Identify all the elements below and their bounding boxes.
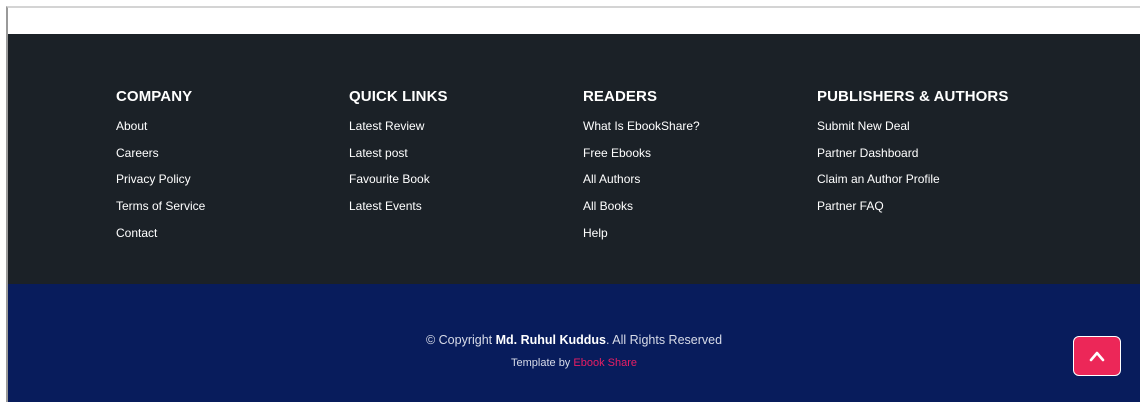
footer-link-free-ebooks[interactable]: Free Ebooks bbox=[583, 146, 651, 160]
footer-heading-quick-links: QUICK LINKS bbox=[349, 88, 448, 105]
footer-copyright-section: © Copyright Md. Ruhul Kuddus. All Rights… bbox=[8, 284, 1140, 402]
footer-link-favourite-book[interactable]: Favourite Book bbox=[349, 172, 430, 186]
footer-column-quick-links: QUICK LINKS Latest Review Latest post Fa… bbox=[349, 88, 448, 226]
copyright-prefix: © Copyright bbox=[425, 333, 496, 347]
footer-link-claim-author-profile[interactable]: Claim an Author Profile bbox=[817, 172, 940, 186]
copyright-owner: Md. Ruhul Kuddus bbox=[495, 333, 607, 347]
footer-link-what-is-ebookshare[interactable]: What Is EbookShare? bbox=[583, 119, 700, 133]
copyright-suffix: . All Rights Reserved bbox=[606, 333, 723, 347]
footer-link-careers[interactable]: Careers bbox=[116, 146, 159, 160]
footer-column-publishers-authors: PUBLISHERS & AUTHORS Submit New Deal Par… bbox=[817, 88, 1008, 226]
footer-column-readers: READERS What Is EbookShare? Free Ebooks … bbox=[583, 88, 700, 252]
footer-link-all-books[interactable]: All Books bbox=[583, 199, 633, 213]
footer-heading-company: COMPANY bbox=[116, 88, 193, 105]
footer-heading-publishers-authors: PUBLISHERS & AUTHORS bbox=[817, 88, 1009, 105]
footer-link-all-authors[interactable]: All Authors bbox=[583, 172, 640, 186]
page-content-area bbox=[8, 8, 1140, 34]
footer-link-latest-events[interactable]: Latest Events bbox=[349, 199, 422, 213]
credits-link[interactable]: Ebook Share bbox=[573, 357, 637, 369]
page-frame: COMPANY About Careers Privacy Policy Ter… bbox=[6, 6, 1140, 402]
footer-link-submit-new-deal[interactable]: Submit New Deal bbox=[817, 119, 910, 133]
footer-link-latest-post[interactable]: Latest post bbox=[349, 146, 408, 160]
footer-link-partner-faq[interactable]: Partner FAQ bbox=[817, 199, 884, 213]
footer-heading-readers: READERS bbox=[583, 88, 658, 105]
footer-link-privacy-policy[interactable]: Privacy Policy bbox=[116, 172, 191, 186]
footer-link-contact[interactable]: Contact bbox=[116, 226, 157, 240]
credits-prefix: Template by bbox=[511, 357, 574, 369]
footer-link-about[interactable]: About bbox=[116, 119, 147, 133]
footer-links-section: COMPANY About Careers Privacy Policy Ter… bbox=[8, 34, 1140, 284]
footer-link-help[interactable]: Help bbox=[583, 226, 608, 240]
footer-link-terms-of-service[interactable]: Terms of Service bbox=[116, 199, 205, 213]
footer-column-company: COMPANY About Careers Privacy Policy Ter… bbox=[116, 88, 205, 252]
back-to-top-button[interactable] bbox=[1073, 336, 1121, 376]
chevron-up-icon bbox=[1089, 351, 1105, 362]
footer-link-partner-dashboard[interactable]: Partner Dashboard bbox=[817, 146, 918, 160]
copyright-text: © Copyright Md. Ruhul Kuddus. All Rights… bbox=[8, 333, 1140, 347]
footer-link-latest-review[interactable]: Latest Review bbox=[349, 119, 424, 133]
template-credits: Template by Ebook Share bbox=[8, 357, 1140, 369]
